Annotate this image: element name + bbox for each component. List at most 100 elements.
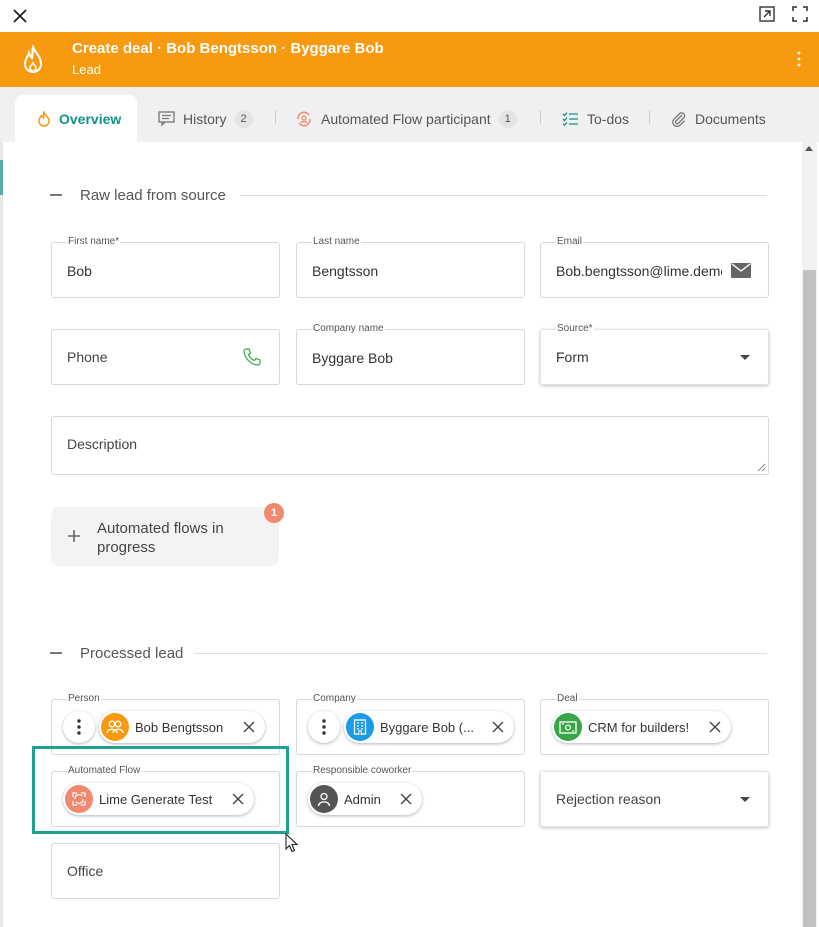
history-count-badge: 2 <box>234 109 253 128</box>
coworker-name: Admin <box>344 791 381 807</box>
last-name-value: Bengtsson <box>312 263 379 279</box>
dialog-title: Create deal · Bob Bengtsson · Byggare Bo… <box>72 40 384 57</box>
source-label: Source* <box>556 323 594 335</box>
scrollbar-thumb[interactable] <box>803 270 816 927</box>
rejection-reason-placeholder: Rejection reason <box>556 791 662 807</box>
tab-todos[interactable]: To-dos <box>562 95 629 142</box>
more-vertical-icon <box>322 719 326 735</box>
person-icon <box>317 792 331 806</box>
collapse-icon <box>50 652 62 654</box>
company-label: Company <box>312 693 357 705</box>
deal-chip[interactable]: CRM for builders! <box>552 711 731 743</box>
source-value: Form <box>556 349 589 365</box>
company-chip[interactable]: Byggare Bob (... <box>344 711 514 743</box>
phone-icon[interactable] <box>242 347 262 367</box>
person-label: Person <box>67 693 101 705</box>
tab-label: Documents <box>695 110 766 127</box>
first-name-label: First name* <box>67 236 121 248</box>
chevron-down-icon <box>740 355 750 360</box>
left-edge-marker <box>0 160 3 195</box>
email-value: Bob.bengtsson@lime.demo <box>556 263 722 279</box>
resize-handle-icon[interactable] <box>757 463 766 472</box>
responsible-coworker-label: Responsible coworker <box>312 765 413 777</box>
tab-label: History <box>183 110 227 127</box>
remove-icon[interactable] <box>400 793 412 805</box>
money-icon <box>559 720 577 734</box>
company-name: Byggare Bob (... <box>380 719 474 735</box>
close-icon[interactable] <box>11 7 29 25</box>
phone-placeholder: Phone <box>67 349 108 365</box>
company-name-field[interactable]: Company name Byggare Bob <box>296 323 525 385</box>
more-options-icon[interactable] <box>793 50 805 68</box>
open-external-icon[interactable] <box>759 6 775 22</box>
dialog-header: Create deal · Bob Bengtsson · Byggare Bo… <box>0 32 819 87</box>
person-avatar <box>101 713 129 741</box>
tab-divider <box>275 110 276 124</box>
coworker-avatar <box>310 785 338 813</box>
people-icon <box>106 720 124 734</box>
tab-history[interactable]: History 2 <box>158 95 253 142</box>
section-title: Raw lead from source <box>80 186 226 204</box>
office-field[interactable]: Office <box>51 843 280 899</box>
description-field[interactable]: Description <box>51 416 769 475</box>
person-name: Bob Bengtsson <box>135 719 224 735</box>
divider-line <box>194 653 767 654</box>
flame-icon <box>23 45 43 73</box>
checklist-icon <box>562 112 578 126</box>
company-menu-button[interactable] <box>308 711 340 743</box>
responsible-coworker-chip[interactable]: Admin <box>308 783 422 815</box>
tab-bar: Overview History 2 Automated Flow partic… <box>0 87 819 142</box>
deal-label: Deal <box>556 693 579 705</box>
window-bar <box>0 0 819 32</box>
tab-label: Automated Flow participant <box>321 110 491 127</box>
paperclip-icon <box>672 111 686 127</box>
tab-automated-flow-participant[interactable]: Automated Flow participant 1 <box>295 95 517 142</box>
rejection-reason-select[interactable]: Rejection reason <box>540 771 769 827</box>
fullscreen-icon[interactable] <box>792 6 808 22</box>
person-menu-button[interactable] <box>63 711 95 743</box>
deal-name: CRM for builders! <box>588 719 690 735</box>
divider-line <box>240 195 767 196</box>
company-name-value: Byggare Bob <box>312 350 393 366</box>
tab-overview[interactable]: Overview <box>15 95 137 142</box>
tab-divider <box>649 110 650 124</box>
remove-icon[interactable] <box>492 721 504 733</box>
source-select[interactable]: Source* Form <box>540 323 769 385</box>
company-name-label: Company name <box>312 323 385 335</box>
person-chip[interactable]: Bob Bengtsson <box>99 711 265 743</box>
scroll-up-arrow[interactable] <box>805 146 813 151</box>
email-field[interactable]: Email Bob.bengtsson@lime.demo <box>540 236 769 298</box>
description-placeholder: Description <box>67 436 138 452</box>
automated-flows-button[interactable]: Automated flows in progress <box>51 507 279 566</box>
company-avatar <box>346 713 374 741</box>
flow-participant-icon <box>297 111 311 126</box>
first-name-value: Bob <box>67 263 92 279</box>
email-label: Email <box>556 236 584 248</box>
remove-icon[interactable] <box>243 721 255 733</box>
mouse-cursor-icon <box>285 833 299 853</box>
plus-icon <box>68 530 80 542</box>
section-title: Processed lead <box>80 644 184 662</box>
collapse-icon <box>50 194 62 196</box>
tab-label: Overview <box>59 110 122 127</box>
chevron-down-icon <box>740 797 750 802</box>
office-placeholder: Office <box>67 863 104 879</box>
mail-icon[interactable] <box>731 263 751 278</box>
tab-label: To-dos <box>587 110 630 127</box>
remove-icon[interactable] <box>709 721 721 733</box>
comment-icon <box>158 111 175 126</box>
building-icon <box>353 719 367 735</box>
tab-documents[interactable]: Documents <box>671 95 766 142</box>
tab-divider <box>540 110 541 124</box>
dialog-subtitle: Lead <box>72 62 101 77</box>
last-name-field[interactable]: Last name Bengtsson <box>296 236 525 298</box>
automated-flows-badge: 1 <box>264 503 284 523</box>
section-raw-lead[interactable]: Raw lead from source <box>50 185 226 205</box>
first-name-field[interactable]: First name* Bob <box>51 236 280 298</box>
last-name-label: Last name <box>312 236 361 248</box>
phone-field[interactable]: Phone <box>51 329 280 385</box>
section-divider <box>194 643 767 663</box>
highlight-frame <box>32 746 289 834</box>
section-processed-lead[interactable]: Processed lead <box>50 643 183 663</box>
participant-count-badge: 1 <box>498 109 517 128</box>
